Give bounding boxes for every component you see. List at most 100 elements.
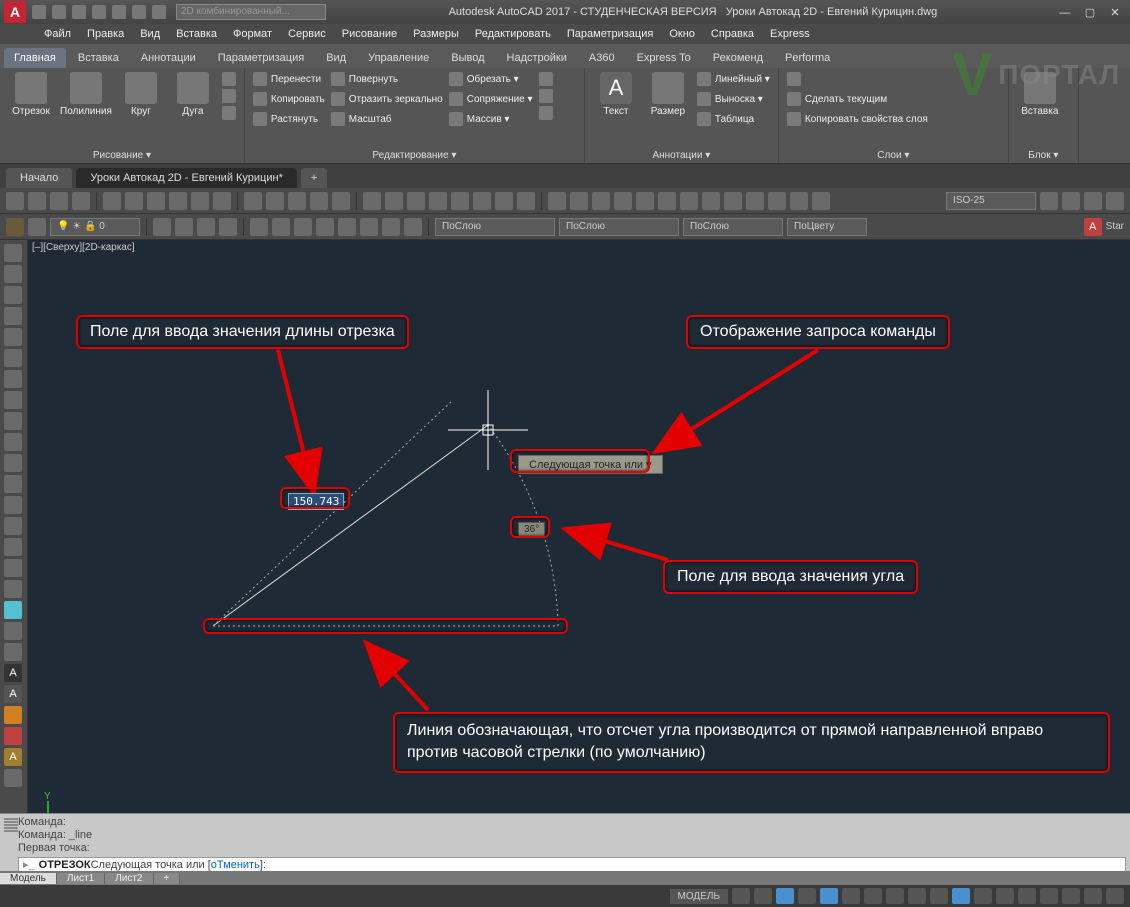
ellipse-button[interactable] [222, 89, 236, 103]
textstyle-tool-icon[interactable]: A [4, 685, 22, 703]
osnap-toggle-icon[interactable] [820, 888, 838, 904]
circle-button[interactable]: Круг [118, 72, 164, 117]
ribbon-tab-addins[interactable]: Надстройки [497, 48, 577, 68]
tb-icon[interactable] [790, 192, 808, 210]
tb-icon[interactable] [1084, 192, 1102, 210]
tb-icon[interactable] [1040, 192, 1058, 210]
insert-tool-icon[interactable] [4, 475, 22, 493]
menu-file[interactable]: Файл [38, 26, 77, 42]
tb-icon[interactable] [72, 192, 90, 210]
snap-toggle-icon[interactable] [754, 888, 772, 904]
polar-toggle-icon[interactable] [798, 888, 816, 904]
spline-tool-icon[interactable] [4, 412, 22, 430]
menu-edit[interactable]: Правка [81, 26, 130, 42]
cleanscreen-toggle-icon[interactable] [1084, 888, 1102, 904]
menu-parametric[interactable]: Параметризация [561, 26, 659, 42]
tb-icon[interactable] [812, 192, 830, 210]
tb-icon[interactable] [680, 192, 698, 210]
tb-icon[interactable] [1106, 192, 1124, 210]
wipeout-tool-icon[interactable] [4, 769, 22, 787]
rect-tool-icon[interactable] [4, 328, 22, 346]
menu-insert[interactable]: Вставка [170, 26, 223, 42]
xline-tool-icon[interactable] [4, 265, 22, 283]
tb-icon[interactable] [213, 192, 231, 210]
ribbon-tab-view[interactable]: Вид [316, 48, 356, 68]
tb-icon[interactable] [548, 192, 566, 210]
hatch-tool-icon[interactable] [4, 538, 22, 556]
tab-add-layout[interactable]: + [154, 873, 181, 884]
linear-dim-button[interactable]: Линейный ▾ [697, 72, 770, 86]
menu-help[interactable]: Справка [705, 26, 760, 42]
minimize-icon[interactable]: — [1054, 7, 1076, 19]
tb-icon[interactable] [169, 192, 187, 210]
tb-icon[interactable] [570, 192, 588, 210]
qat-saveas-icon[interactable] [92, 5, 106, 19]
tb-icon[interactable] [272, 218, 290, 236]
tb-icon[interactable] [288, 192, 306, 210]
polyline-button[interactable]: Полилиния [60, 72, 112, 117]
doc-tab-start[interactable]: Начало [6, 168, 72, 188]
erase-button[interactable] [539, 72, 553, 86]
command-window[interactable]: Команда: Команда: _line Первая точка: ▸_… [0, 813, 1130, 871]
menu-tools[interactable]: Сервис [282, 26, 332, 42]
dyn-toggle-icon[interactable] [952, 888, 970, 904]
arc-tool-icon[interactable] [4, 349, 22, 367]
ellipse-tool-icon[interactable] [4, 433, 22, 451]
tb-icon[interactable] [385, 192, 403, 210]
ribbon-tab-parametric[interactable]: Параметризация [208, 48, 314, 68]
table-button[interactable]: Таблица [697, 112, 770, 126]
annomon-toggle-icon[interactable] [996, 888, 1014, 904]
point-tool-icon[interactable] [4, 517, 22, 535]
maximize-icon[interactable]: ▢ [1079, 6, 1101, 19]
tb-icon[interactable] [316, 218, 334, 236]
hatch-button[interactable] [222, 106, 236, 120]
pline-tool-icon[interactable] [4, 286, 22, 304]
tb-icon[interactable] [50, 192, 68, 210]
tb-icon[interactable] [724, 192, 742, 210]
tb-icon[interactable] [219, 218, 237, 236]
tb-icon[interactable] [197, 218, 215, 236]
color-combo[interactable]: ПоСлою [435, 218, 555, 236]
doc-tab-add[interactable]: + [301, 168, 327, 188]
tb-icon[interactable] [360, 218, 378, 236]
qat-save-icon[interactable] [72, 5, 86, 19]
layer-combo[interactable]: 💡 ☀ 🔒 0 [50, 218, 140, 236]
table-tool-icon[interactable] [4, 601, 22, 619]
polygon-tool-icon[interactable] [4, 307, 22, 325]
qat-open-icon[interactable] [52, 5, 66, 19]
customize-icon[interactable] [1106, 888, 1124, 904]
block-tool-icon[interactable] [4, 496, 22, 514]
otrack-toggle-icon[interactable] [842, 888, 860, 904]
gizmo-toggle-icon[interactable] [930, 888, 948, 904]
region-tool-icon[interactable] [4, 580, 22, 598]
arc-button[interactable]: Дуга [170, 72, 216, 117]
qat-undo-icon[interactable] [132, 5, 146, 19]
ribbon-tab-express[interactable]: Express To [627, 48, 701, 68]
tab-layout1[interactable]: Лист1 [57, 873, 105, 884]
menu-draw[interactable]: Рисование [336, 26, 403, 42]
tb-icon[interactable] [28, 192, 46, 210]
dimension-button[interactable]: Размер [645, 72, 691, 117]
offset-button[interactable] [539, 106, 553, 120]
qprop-toggle-icon[interactable] [974, 888, 992, 904]
tab-model[interactable]: Модель [0, 873, 57, 884]
scale-button[interactable]: Масштаб [331, 112, 443, 126]
stretch-button[interactable]: Растянуть [253, 112, 325, 126]
linetype-combo[interactable]: ПоСлою [559, 218, 679, 236]
trim-button[interactable]: Обрезать ▾ [449, 72, 533, 86]
tb-icon[interactable] [495, 192, 513, 210]
tb-icon[interactable] [125, 192, 143, 210]
tb-icon[interactable] [658, 192, 676, 210]
command-input[interactable]: ▸_ ОТРЕЗОК Следующая точка или [оТменить… [18, 857, 1126, 872]
ribbon-tab-performance[interactable]: Performa [775, 48, 840, 68]
tb-icon[interactable] [153, 218, 171, 236]
menu-modify[interactable]: Редактировать [469, 26, 557, 42]
transparency-toggle-icon[interactable] [886, 888, 904, 904]
tb-icon[interactable]: A [1084, 218, 1102, 236]
leader-button[interactable]: Выноска ▾ [697, 92, 770, 106]
tb-icon[interactable] [636, 192, 654, 210]
line-button[interactable]: Отрезок [8, 72, 54, 117]
gradient-tool-icon[interactable] [4, 559, 22, 577]
dimstyle-combo[interactable]: ISO-25 [946, 192, 1036, 210]
hwaccel-toggle-icon[interactable] [1062, 888, 1080, 904]
